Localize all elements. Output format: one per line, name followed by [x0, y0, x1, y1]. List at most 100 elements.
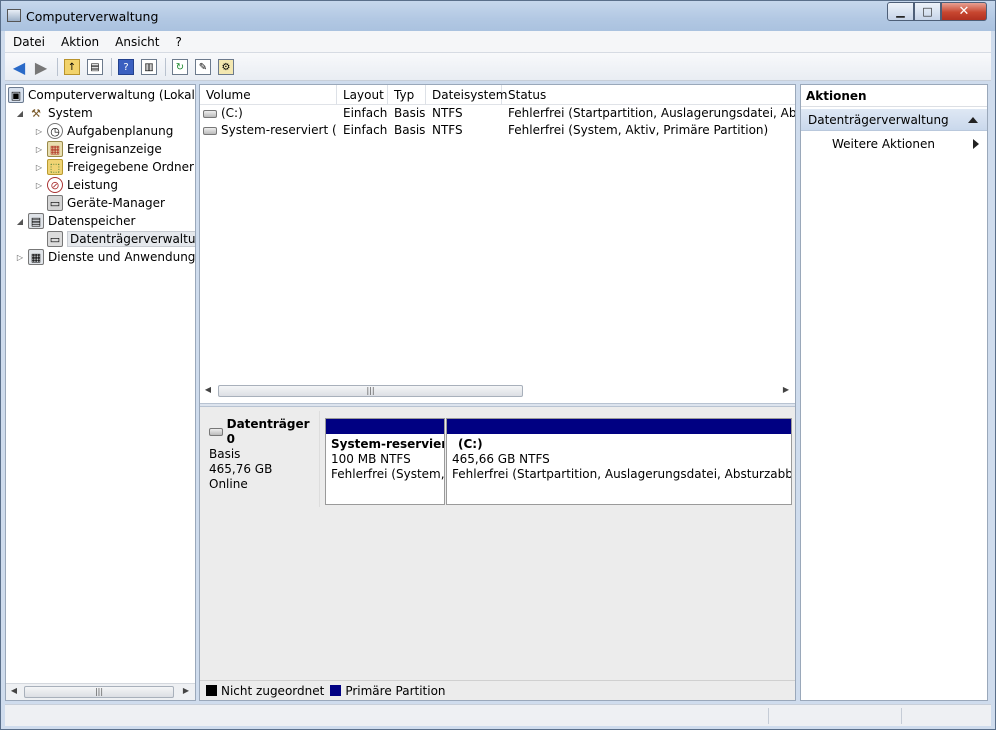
partition-name: (C:)	[458, 437, 483, 451]
menu-aktion[interactable]: Aktion	[53, 32, 107, 52]
collapse-icon[interactable]: ◢	[15, 109, 25, 118]
tree-item-dienste[interactable]: ▷ ▦ Dienste und Anwendungen	[15, 248, 195, 266]
window-title: Computerverwaltung	[26, 9, 159, 24]
collapse-icon[interactable]: ◢	[15, 217, 25, 226]
device-manager-icon: ▭	[47, 195, 63, 211]
computer-management-icon: ▣	[8, 87, 24, 103]
main-window: Computerverwaltung ▁ □ ✕ Datei Aktion An…	[0, 0, 996, 730]
actions-header: Aktionen	[801, 85, 987, 107]
volume-name: (C:)	[221, 106, 243, 120]
partition-name: System-reserviert	[331, 437, 444, 451]
up-folder-icon[interactable]: ↑	[62, 57, 82, 77]
tree-item-root[interactable]: ▣ Computerverwaltung (Lokal)	[8, 86, 195, 104]
show-hide-tree-icon[interactable]: ▤	[85, 57, 105, 77]
tree-item-freigegebene-ordner[interactable]: ▷ ⬚ Freigegebene Ordner	[34, 158, 194, 176]
toolbar-separator	[57, 58, 58, 76]
partition-bar	[326, 419, 444, 434]
partition-c[interactable]: (C:) 465,66 GB NTFS Fehlerfrei (Startpar…	[446, 418, 792, 505]
tools-icon: ⚒	[31, 106, 41, 120]
title-bar[interactable]: Computerverwaltung ▁ □ ✕	[1, 1, 995, 31]
disk-settings-icon[interactable]: ⚙	[216, 57, 236, 77]
tree-item-leistung[interactable]: ▷ ⊘ Leistung	[34, 176, 118, 194]
tree-item-datenspeicher[interactable]: ◢ ▤ Datenspeicher	[15, 212, 135, 230]
refresh-icon[interactable]: ↻	[170, 57, 190, 77]
show-hide-action-pane-icon[interactable]: ▥	[139, 57, 159, 77]
computer-management-icon	[7, 9, 21, 22]
volume-layout: Einfach	[343, 106, 388, 120]
menu-bar: Datei Aktion Ansicht ?	[5, 31, 991, 53]
table-row[interactable]: (C:) Einfach Basis NTFS Fehlerfrei (Star…	[200, 105, 795, 122]
volume-layout: Einfach	[343, 123, 388, 137]
console-tree: ▣ Computerverwaltung (Lokal) ◢ ⚒ System …	[5, 84, 196, 701]
event-viewer-icon: ▦	[47, 141, 63, 157]
column-layout[interactable]: Layout	[337, 85, 388, 105]
scrollbar-thumb[interactable]: |||	[218, 385, 523, 397]
column-typ[interactable]: Typ	[388, 85, 426, 105]
maximize-button[interactable]: □	[914, 2, 941, 21]
collapse-up-icon[interactable]	[968, 117, 978, 123]
drive-icon	[203, 109, 217, 118]
expand-icon[interactable]: ▷	[34, 145, 44, 154]
scrollbar-thumb[interactable]: |||	[24, 686, 174, 698]
status-divider	[901, 708, 902, 724]
actions-section-label: Datenträgerverwaltung	[808, 113, 949, 127]
legend-swatch-primary	[330, 685, 342, 696]
volume-type: Basis	[394, 106, 426, 120]
more-actions-item[interactable]: Weitere Aktionen	[801, 134, 987, 154]
partition-system-reserved[interactable]: System-reserviert 100 MB NTFS Fehlerfrei…	[325, 418, 445, 505]
column-status[interactable]: Status	[502, 85, 795, 105]
expand-icon[interactable]: ▷	[34, 163, 44, 172]
scroll-left-icon[interactable]: ◀	[8, 686, 20, 695]
menu-ansicht[interactable]: Ansicht	[107, 32, 167, 52]
partition-status: Fehlerfrei (Startpartition, Auslagerungs…	[452, 467, 791, 481]
expand-icon[interactable]: ▷	[34, 127, 44, 136]
actions-pane: Aktionen Datenträgerverwaltung Weitere A…	[800, 84, 988, 701]
tree-item-aufgabenplanung[interactable]: ▷ ◷ Aufgabenplanung	[34, 122, 173, 140]
scroll-left-icon[interactable]: ◀	[202, 385, 214, 394]
partition-bar	[447, 419, 791, 434]
expand-icon[interactable]: ▷	[34, 181, 44, 190]
disk-graphical-view: Datenträger 0 Basis 465,76 GB Online Sys…	[200, 407, 795, 690]
disk-info[interactable]: Datenträger 0 Basis 465,76 GB Online	[203, 411, 320, 507]
column-volume[interactable]: Volume	[200, 85, 337, 105]
tree-item-ereignisanzeige[interactable]: ▷ ▦ Ereignisanzeige	[34, 140, 162, 158]
drive-icon	[209, 428, 223, 436]
scroll-right-icon[interactable]: ▶	[780, 385, 792, 394]
tree-horizontal-scrollbar[interactable]: ◀ ||| ▶	[6, 683, 195, 700]
volume-status: Fehlerfrei (System, Aktiv, Primäre Parti…	[508, 123, 769, 137]
menu-datei[interactable]: Datei	[5, 32, 53, 52]
volume-type: Basis	[394, 123, 426, 137]
legend-label: Nicht zugeordnet	[221, 683, 325, 698]
legend-swatch-unallocated	[206, 685, 217, 696]
close-button[interactable]: ✕	[941, 2, 987, 21]
volume-filesystem: NTFS	[432, 106, 463, 120]
actions-section-datentraegerverwaltung[interactable]: Datenträgerverwaltung	[801, 109, 987, 131]
back-arrow-icon[interactable]: ◀	[9, 57, 29, 77]
disk-size: 465,76 GB	[209, 462, 273, 476]
menu-help[interactable]: ?	[167, 32, 189, 52]
volume-list-horizontal-scrollbar[interactable]: ◀ ||| ▶	[200, 383, 795, 400]
table-row[interactable]: System-reserviert (D:) Einfach Basis NTF…	[200, 122, 795, 139]
partition-status: Fehlerfrei (System, A	[331, 467, 444, 481]
help-icon[interactable]: ?	[116, 57, 136, 77]
submenu-arrow-icon	[973, 139, 979, 149]
status-bar	[5, 704, 991, 726]
shared-folder-icon: ⬚	[47, 159, 63, 175]
clock-icon: ◷	[47, 123, 63, 139]
tree-item-datentraegerverwaltung[interactable]: ▭ Datenträgerverwaltung	[47, 230, 195, 248]
toolbar: ◀ ▶ ↑ ▤ ? ▥ ↻ ✎ ⚙	[5, 53, 991, 81]
expand-icon[interactable]: ▷	[15, 253, 25, 262]
legend-label: Primäre Partition	[345, 683, 446, 698]
column-dateisystem[interactable]: Dateisystem	[426, 85, 507, 105]
toolbar-separator	[165, 58, 166, 76]
tree-item-system[interactable]: ◢ ⚒ System	[15, 104, 93, 122]
services-icon: ▦	[28, 249, 44, 265]
forward-arrow-icon[interactable]: ▶	[31, 57, 51, 77]
scroll-right-icon[interactable]: ▶	[180, 686, 192, 695]
properties-icon[interactable]: ✎	[193, 57, 213, 77]
tree-item-geraete-manager[interactable]: ▭ Geräte-Manager	[47, 194, 165, 212]
storage-icon: ▤	[28, 213, 44, 229]
legend: Nicht zugeordnet Primäre Partition	[200, 680, 795, 700]
partition-size: 465,66 GB NTFS	[452, 452, 550, 466]
minimize-button[interactable]: ▁	[887, 2, 914, 21]
